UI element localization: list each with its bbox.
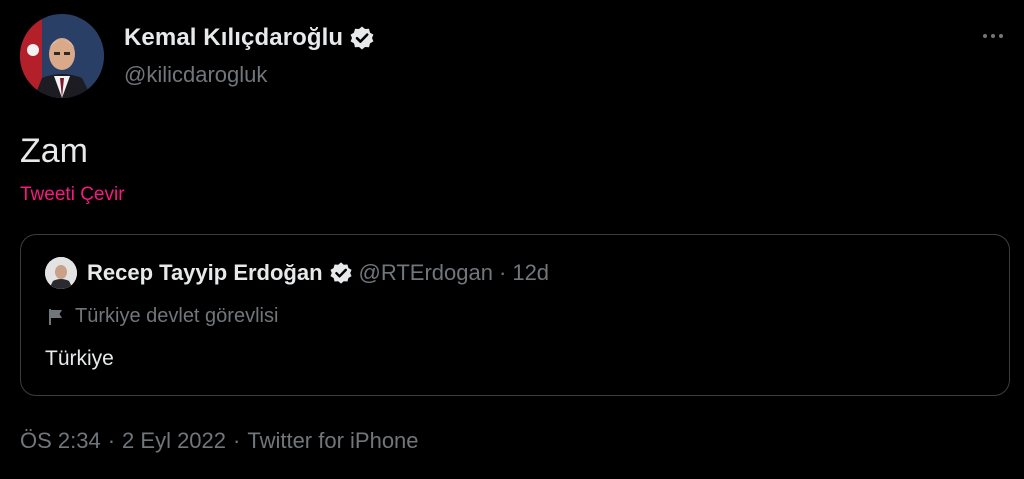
- tweet-time[interactable]: ÖS 2:34: [20, 428, 101, 453]
- tweet-date[interactable]: 2 Eyl 2022: [122, 428, 226, 453]
- quoted-timestamp: 12d: [512, 260, 550, 285]
- author-name[interactable]: Kemal Kılıçdaroğlu: [124, 24, 343, 52]
- government-label: Türkiye devlet görevlisi: [47, 305, 278, 328]
- author-name-row[interactable]: Kemal Kılıçdaroğlu: [124, 24, 375, 52]
- quoted-author-avatar: [45, 257, 77, 289]
- verified-badge-icon: [329, 261, 353, 285]
- government-label-text: Türkiye devlet görevlisi: [75, 305, 279, 327]
- tweet-text: Zam: [20, 132, 88, 170]
- author-handle[interactable]: @kilicdarogluk: [124, 62, 267, 88]
- more-options-icon[interactable]: [976, 24, 1010, 48]
- quoted-separator: ·: [499, 260, 507, 285]
- verified-badge-icon: [349, 25, 375, 51]
- government-flag-icon: [47, 308, 65, 326]
- meta-separator: ·: [233, 428, 241, 453]
- quoted-header: Recep Tayyip Erdoğan @RTErdogan · 12d: [87, 260, 549, 286]
- translate-tweet-link[interactable]: Tweeti Çevir: [20, 184, 125, 206]
- author-avatar[interactable]: [20, 14, 104, 98]
- quoted-text: Türkiye: [45, 347, 114, 370]
- tweet-source[interactable]: Twitter for iPhone: [247, 428, 418, 453]
- quoted-author-handle: @RTErdogan: [358, 260, 493, 285]
- meta-separator: ·: [107, 428, 116, 453]
- tweet-metadata: ÖS 2:34 · 2 Eyl 2022 · Twitter for iPhone: [20, 428, 419, 454]
- quoted-tweet[interactable]: Recep Tayyip Erdoğan @RTErdogan · 12d Tü…: [20, 234, 1010, 396]
- tweet-detail: Kemal Kılıçdaroğlu @kilicdarogluk Zam Tw…: [0, 0, 1024, 479]
- quoted-author-name: Recep Tayyip Erdoğan: [87, 260, 323, 285]
